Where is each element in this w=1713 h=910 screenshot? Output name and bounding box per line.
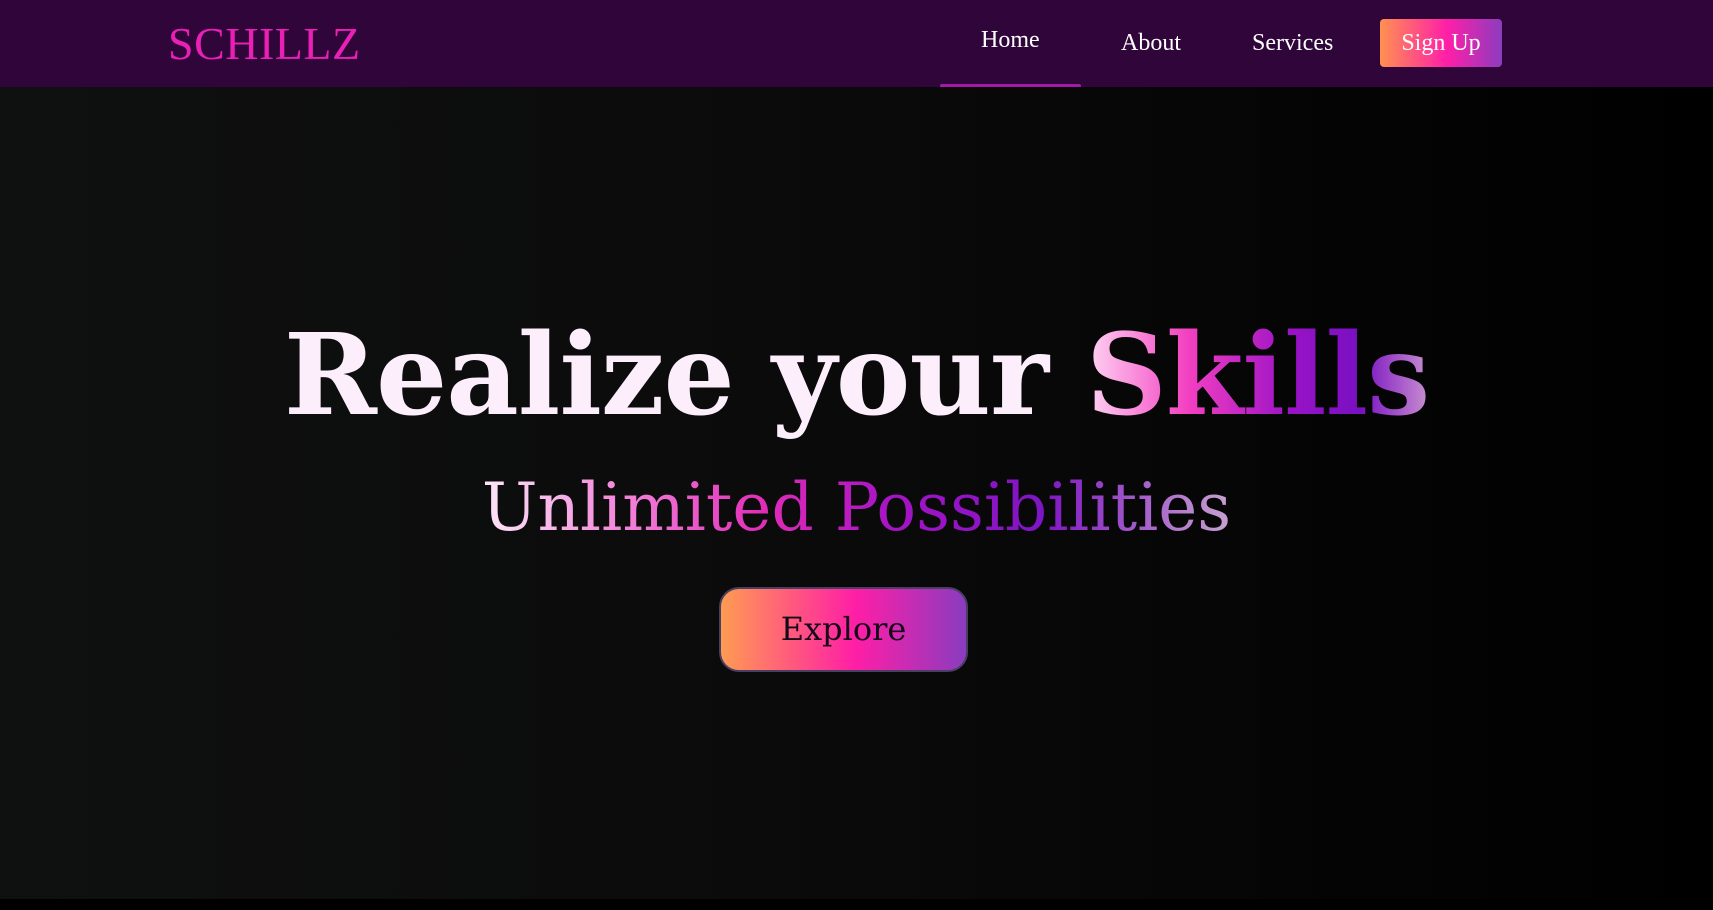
brand-logo[interactable]: SCHILLZ [168, 18, 361, 70]
nav-link-about[interactable]: About [1121, 29, 1181, 57]
sign-up-button[interactable]: Sign Up [1380, 19, 1502, 67]
hero-subtitle: Unlimited Possibilities [0, 468, 1713, 548]
hero-title-accent: Skills [1085, 310, 1430, 441]
hero-title: Realize your Skills [0, 310, 1713, 442]
nav-link-services[interactable]: Services [1252, 29, 1333, 57]
top-navbar: SCHILLZ Home About Services Sign Up [0, 0, 1713, 88]
page-bottom-strip [0, 899, 1713, 910]
explore-button[interactable]: Explore [719, 587, 968, 672]
hero-title-prefix: Realize your [283, 310, 1086, 441]
hero-subtitle-text: Unlimited Possibilities [481, 469, 1232, 546]
nav-link-home[interactable]: Home [981, 26, 1040, 54]
